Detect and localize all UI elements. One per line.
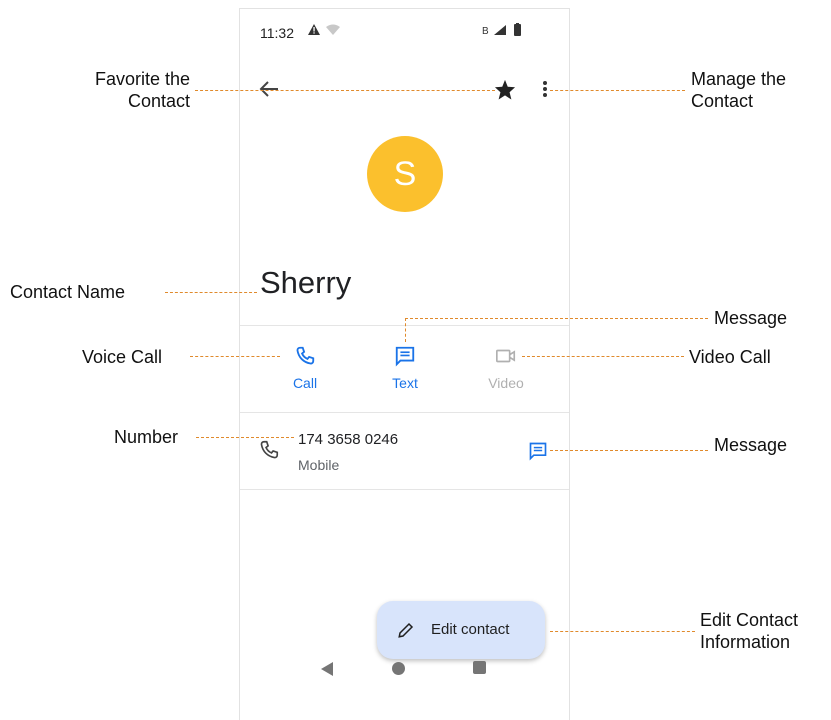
alert-icon (308, 24, 320, 35)
svg-text:B: B (482, 26, 489, 37)
divider (240, 412, 569, 413)
message-row-callout: Message (714, 435, 788, 455)
battery-icon (514, 23, 521, 36)
video-action[interactable]: Video (471, 345, 541, 391)
number-leader-line (196, 437, 294, 438)
phone-icon (296, 346, 315, 365)
edit-contact-button[interactable]: Edit contact (377, 601, 545, 659)
contact-avatar: S (367, 136, 443, 212)
callout-line-2: Contact (691, 91, 754, 111)
message-row-leader-line (550, 450, 708, 451)
contact-name-leader-line (165, 292, 257, 293)
number-callout: Number (114, 427, 179, 447)
bluetooth-icon: B (482, 26, 489, 37)
phone-number[interactable]: 174 3658 0246 (298, 431, 398, 448)
callout-line-1: Manage the (691, 69, 787, 89)
message-top-callout: Message (714, 308, 788, 328)
back-triangle-icon[interactable] (320, 661, 334, 677)
voice-call-callout: Voice Call (82, 347, 163, 367)
text-label: Text (392, 375, 418, 391)
phone-icon (260, 440, 279, 459)
home-circle-icon[interactable] (392, 662, 405, 675)
message-top-leader-line-vertical (405, 318, 406, 342)
voice-call-leader-line (190, 356, 280, 357)
callout-line-1: Favorite the (94, 69, 190, 89)
edit-callout: Edit Contact Information (700, 609, 798, 653)
callout-line-1: Edit Contact (700, 610, 799, 630)
favorite-callout: Favorite the Contact (66, 68, 190, 112)
status-time: 11:32 (260, 25, 294, 41)
callout-line-2: Contact (127, 91, 190, 111)
video-label: Video (488, 375, 524, 391)
status-left-icons (308, 24, 340, 35)
text-action[interactable]: Text (370, 345, 440, 391)
contact-name-callout: Contact Name (10, 282, 126, 302)
callout-line-2: Information (700, 632, 791, 652)
divider (240, 489, 569, 490)
message-icon (395, 346, 415, 367)
phone-screen: 11:32 B S Sherry Call Text Video 174 365… (239, 8, 570, 720)
edit-leader-line (550, 631, 695, 632)
call-action[interactable]: Call (270, 345, 340, 391)
message-icon[interactable] (528, 441, 548, 461)
contact-name: Sherry (260, 265, 352, 300)
call-label: Call (292, 375, 318, 391)
wifi-icon (326, 24, 340, 35)
video-icon (496, 349, 516, 363)
signal-icon (494, 25, 506, 35)
video-call-callout: Video Call (689, 347, 771, 367)
manage-callout: Manage the Contact (691, 68, 786, 112)
phone-type: Mobile (298, 457, 340, 473)
status-right-icons: B (482, 23, 521, 37)
manage-leader-line (550, 90, 685, 91)
video-call-leader-line (522, 356, 684, 357)
back-arrow-icon[interactable] (258, 79, 280, 99)
message-top-leader-line (405, 318, 708, 319)
pencil-icon (398, 622, 414, 638)
recents-square-icon[interactable] (473, 661, 486, 674)
star-icon[interactable] (494, 79, 516, 100)
favorite-leader-line (195, 90, 495, 91)
edit-contact-label: Edit contact (431, 621, 510, 638)
more-vert-icon[interactable] (542, 79, 548, 99)
